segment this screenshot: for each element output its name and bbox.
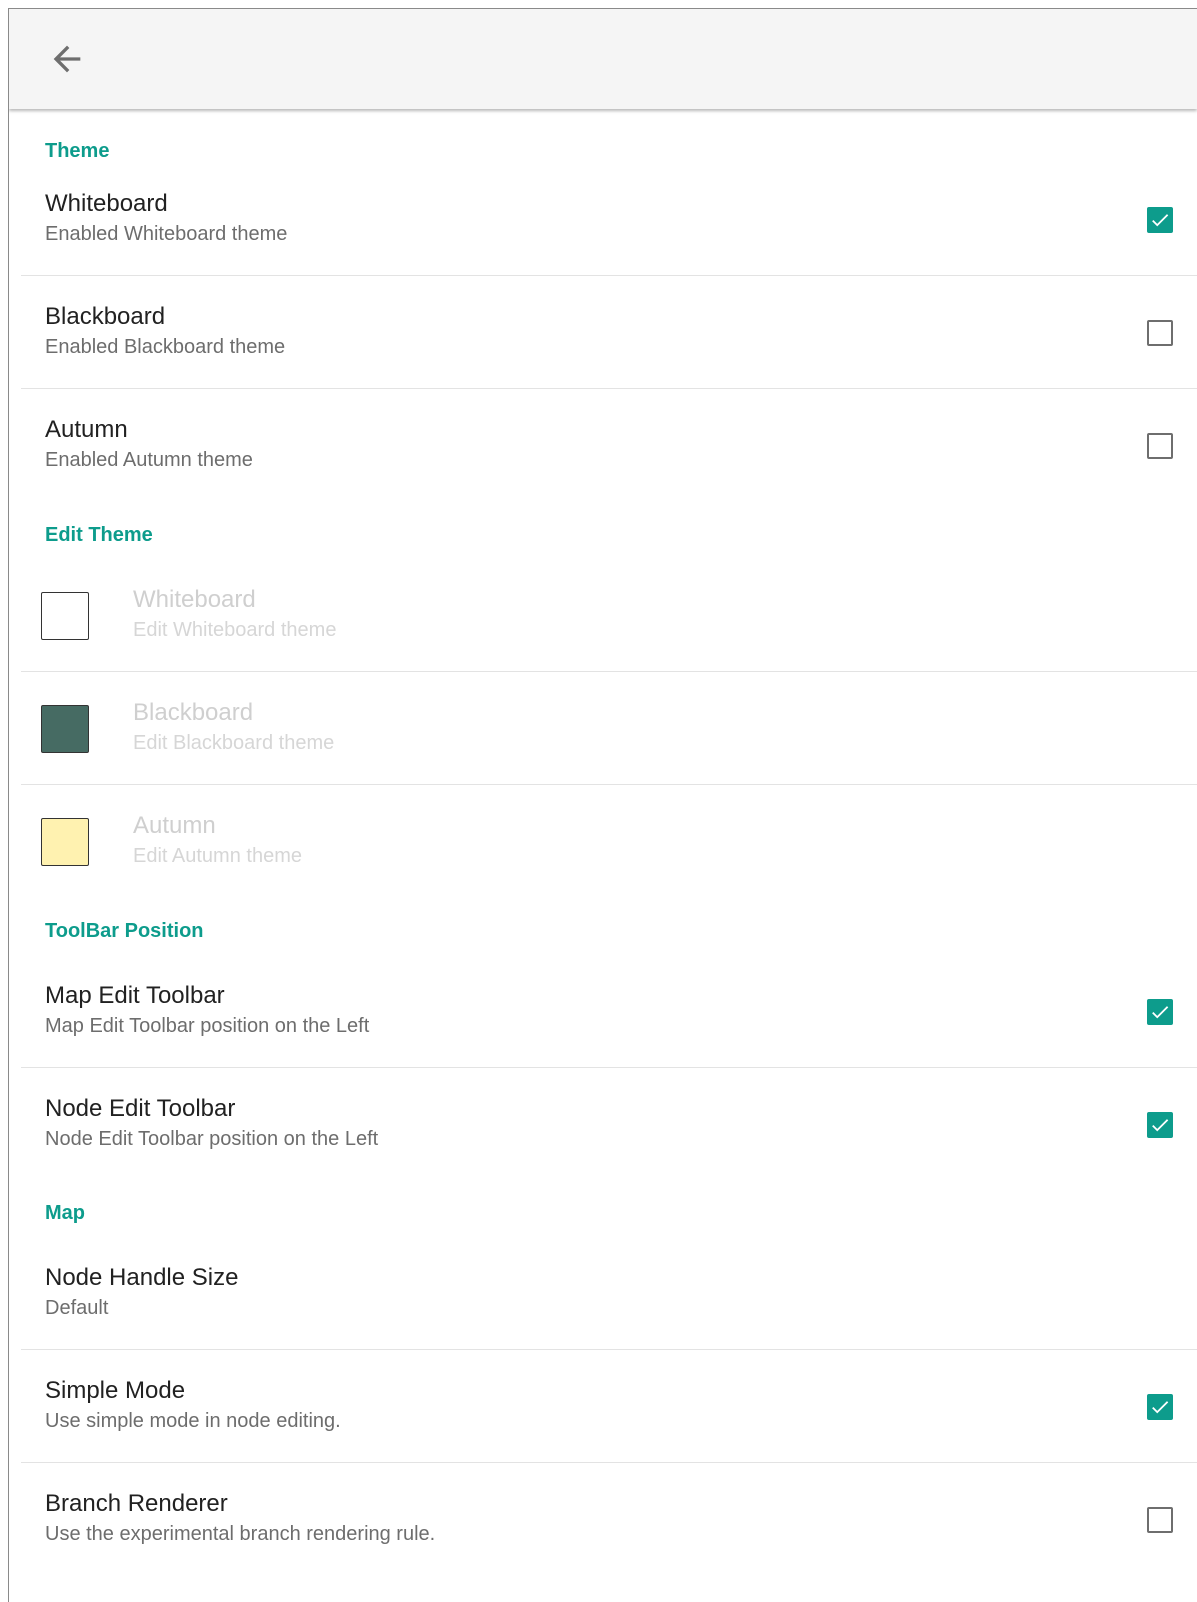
whiteboard-color-swatch [41,592,89,640]
pref-summary: Enabled Whiteboard theme [45,223,288,245]
check-icon [1152,1119,1169,1132]
settings-screen: Theme Whiteboard Enabled Whiteboard them… [8,8,1197,1602]
pref-node-edit-toolbar[interactable]: Node Edit Toolbar Node Edit Toolbar posi… [21,1068,1197,1181]
pref-edit-autumn[interactable]: Autumn Edit Autumn theme [21,785,1197,898]
pref-edit-whiteboard[interactable]: Whiteboard Edit Whiteboard theme [21,559,1197,672]
branch-renderer-checkbox[interactable] [1147,1507,1173,1533]
pref-title: Node Edit Toolbar [45,1095,236,1122]
pref-theme-autumn[interactable]: Autumn Enabled Autumn theme [21,389,1197,502]
autumn-color-swatch [41,818,89,866]
pref-summary: Enabled Autumn theme [45,449,253,471]
pref-summary: Default [45,1297,109,1319]
simple-mode-checkbox[interactable] [1147,1394,1173,1420]
pref-summary: Node Edit Toolbar position on the Left [45,1128,379,1150]
check-icon [1152,1401,1169,1414]
check-icon [1152,1006,1169,1019]
section-header-theme: Theme [45,140,110,162]
section-header-edit-theme: Edit Theme [45,524,153,546]
pref-title: Whiteboard [133,586,256,613]
autumn-theme-checkbox[interactable] [1147,433,1173,459]
pref-branch-renderer[interactable]: Branch Renderer Use the experimental bra… [21,1463,1197,1576]
node-edit-toolbar-checkbox[interactable] [1147,1112,1173,1138]
pref-summary: Edit Autumn theme [133,845,302,867]
arrow-left-icon [53,45,81,73]
pref-edit-blackboard[interactable]: Blackboard Edit Blackboard theme [21,672,1197,785]
pref-summary: Edit Blackboard theme [133,732,335,754]
section-header-map: Map [45,1202,85,1224]
map-edit-toolbar-checkbox[interactable] [1147,999,1173,1025]
pref-title: Autumn [133,812,216,839]
pref-title: Autumn [45,416,128,443]
pref-summary: Use simple mode in node editing. [45,1410,341,1432]
back-button[interactable] [39,31,95,87]
blackboard-theme-checkbox[interactable] [1147,320,1173,346]
pref-map-edit-toolbar[interactable]: Map Edit Toolbar Map Edit Toolbar positi… [21,955,1197,1068]
pref-theme-whiteboard[interactable]: Whiteboard Enabled Whiteboard theme [21,163,1197,276]
pref-title: Blackboard [45,303,166,330]
pref-node-handle-size[interactable]: Node Handle Size Default [21,1237,1197,1350]
pref-title: Whiteboard [45,190,168,217]
pref-title: Simple Mode [45,1377,186,1404]
check-icon [1152,214,1169,227]
app-bar [9,9,1197,109]
pref-theme-blackboard[interactable]: Blackboard Enabled Blackboard theme [21,276,1197,389]
pref-summary: Map Edit Toolbar position on the Left [45,1015,370,1037]
pref-title: Blackboard [133,699,254,726]
section-header-toolbar-position: ToolBar Position [45,920,204,942]
preferences-list: Theme Whiteboard Enabled Whiteboard them… [9,109,1197,1576]
pref-summary: Enabled Blackboard theme [45,336,286,358]
pref-summary: Edit Whiteboard theme [133,619,337,641]
pref-summary: Use the experimental branch rendering ru… [45,1523,436,1545]
pref-title: Branch Renderer [45,1490,228,1517]
pref-title: Node Handle Size [45,1264,239,1291]
pref-title: Map Edit Toolbar [45,982,225,1009]
whiteboard-theme-checkbox[interactable] [1147,207,1173,233]
pref-simple-mode[interactable]: Simple Mode Use simple mode in node edit… [21,1350,1197,1463]
blackboard-color-swatch [41,705,89,753]
